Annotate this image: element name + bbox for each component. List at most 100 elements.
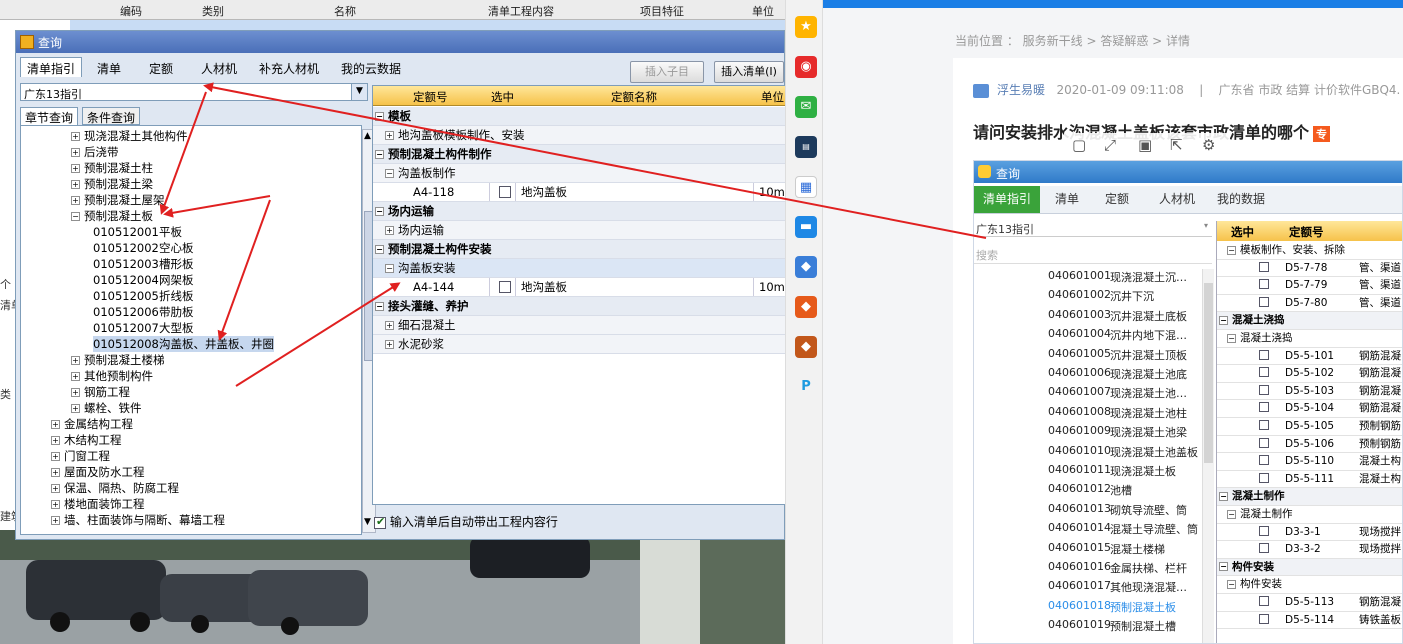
star-icon[interactable]: ★ (795, 16, 817, 38)
quota-row[interactable]: A4-118 地沟盖板 10m3 (373, 183, 785, 202)
auto-content-checkbox[interactable]: ✔ (374, 515, 386, 529)
quota-group-row[interactable]: − 预制混凝土构件安装 (373, 240, 785, 259)
tree-node[interactable]: + 其他预制构件 (71, 368, 153, 384)
tree-leaf-item[interactable]: 010512001平板 (93, 224, 182, 240)
tree-leaf-item[interactable]: 010512008沟盖板、井盖板、井圈 (93, 336, 274, 352)
tree-node[interactable]: + 门窗工程 (51, 448, 110, 464)
tree-node[interactable]: + 螺栓、铁件 (71, 400, 142, 416)
chevron-down-icon[interactable]: ▼ (351, 84, 367, 100)
expand-icon[interactable]: + (385, 131, 394, 140)
expand-icon[interactable]: + (51, 484, 60, 493)
quota-subgroup-row[interactable]: − 沟盖板安装 (373, 259, 785, 278)
select-checkbox[interactable] (499, 186, 511, 198)
tree-leaf-item[interactable]: 010512006带肋板 (93, 304, 194, 320)
dialog-titlebar[interactable]: 查询 (16, 31, 784, 53)
tree-node[interactable]: + 屋面及防水工程 (51, 464, 145, 480)
subtab-condition[interactable]: 条件查询 (82, 107, 141, 125)
collapse-icon[interactable]: − (385, 264, 394, 273)
expand-icon[interactable]: + (71, 196, 80, 205)
quota-group-row[interactable]: − 模板 (373, 107, 785, 126)
tree-node[interactable]: + 楼地面装饰工程 (51, 496, 145, 512)
author-link[interactable]: 浮生易暖 (997, 83, 1045, 97)
quota-subgroup-row[interactable]: + 地沟盖板模板制作、安装 (373, 126, 785, 145)
breadcrumb[interactable]: 当前位置 ： 服务新干线 > 答疑解惑 > 详情 (955, 32, 1190, 49)
tab-quota[interactable]: 定额 (142, 57, 180, 77)
doc-icon[interactable]: ▦ (795, 176, 817, 198)
tree-node[interactable]: + 木结构工程 (51, 432, 122, 448)
expand-icon[interactable]: + (51, 516, 60, 525)
tab-material[interactable]: 人材机 (194, 57, 244, 77)
tab-extra-material[interactable]: 补充人材机 (252, 57, 326, 77)
tree-node[interactable]: + 预制混凝土柱 (71, 160, 153, 176)
quota-subgroup-row[interactable]: + 水泥砂浆 (373, 335, 785, 354)
tab-list-guide[interactable]: 清单指引 (20, 57, 83, 77)
copy-icon[interactable]: ▢ (1072, 136, 1086, 154)
quota-subgroup-row[interactable]: + 细石混凝土 (373, 316, 785, 335)
gear-icon[interactable]: ⚙ (1202, 136, 1215, 154)
game-icon-1[interactable]: ◆ (795, 256, 817, 278)
insert-child-button[interactable]: 插入子目 (630, 61, 704, 83)
scroll-up-icon[interactable]: ▲ (364, 131, 371, 141)
tree-node[interactable]: + 金属结构工程 (51, 416, 133, 432)
tree-leaf-item[interactable]: 010512005折线板 (93, 288, 194, 304)
collapse-icon[interactable]: − (385, 169, 394, 178)
collapse-icon[interactable]: − (375, 150, 384, 159)
subtab-chapter[interactable]: 章节查询 (20, 107, 79, 125)
collapse-icon[interactable]: − (375, 112, 384, 121)
expand-icon[interactable]: + (71, 372, 80, 381)
collapse-icon[interactable]: − (71, 212, 80, 221)
tree-leaf-item[interactable]: 010512003槽形板 (93, 256, 194, 272)
quota-subgroup-row[interactable]: − 沟盖板制作 (373, 164, 785, 183)
fullscreen-icon[interactable]: ⤢ (1104, 136, 1116, 154)
expand-icon[interactable]: + (71, 356, 80, 365)
tree-leaf-item[interactable]: 010512004网架板 (93, 272, 194, 288)
tab-list[interactable]: 清单 (90, 57, 128, 77)
tree-node[interactable]: + 保温、隔热、防腐工程 (51, 480, 179, 496)
expand-icon[interactable]: + (51, 436, 60, 445)
expand-icon[interactable]: + (51, 452, 60, 461)
tree-node[interactable]: + 钢筋工程 (71, 384, 130, 400)
tree-node[interactable]: + 墙、柱面装饰与隔断、幕墙工程 (51, 512, 225, 528)
expand-icon[interactable]: + (71, 148, 80, 157)
expand-icon[interactable]: + (71, 180, 80, 189)
expand-icon[interactable]: + (71, 404, 80, 413)
auto-content-checkbox-row[interactable]: ✔ 输入清单后自动带出工程内容行 (374, 513, 558, 530)
expand-icon[interactable]: + (71, 164, 80, 173)
avatar[interactable] (973, 83, 989, 98)
collapse-icon[interactable]: − (375, 302, 384, 311)
chat-icon[interactable]: ▬ (795, 216, 817, 238)
expand-icon[interactable]: + (51, 420, 60, 429)
tree-leaf-item[interactable]: 010512007大型板 (93, 320, 194, 336)
news-icon[interactable]: ▤ (795, 136, 817, 158)
tree-node[interactable]: + 后浇带 (71, 144, 119, 160)
expand-icon[interactable]: + (71, 132, 80, 141)
collapse-icon[interactable]: − (375, 207, 384, 216)
tree-node[interactable]: − 预制混凝土板 (71, 208, 153, 224)
share-icon[interactable]: ⇱ (1170, 136, 1183, 154)
quota-subgroup-row[interactable]: + 场内运输 (373, 221, 785, 240)
game-icon-2[interactable]: ◆ (795, 296, 817, 318)
expand-icon[interactable]: + (71, 388, 80, 397)
quota-group-row[interactable]: − 场内运输 (373, 202, 785, 221)
tree-node[interactable]: + 现浇混凝土其他构件 (71, 128, 188, 144)
weibo-icon[interactable]: ◉ (795, 56, 817, 78)
mail-icon[interactable]: ✉ (795, 96, 817, 118)
quota-group-row[interactable]: − 接头灌缝、养护 (373, 297, 785, 316)
collapse-icon[interactable]: − (375, 245, 384, 254)
tree-leaf-item[interactable]: 010512002空心板 (93, 240, 194, 256)
expand-icon[interactable]: + (385, 226, 394, 235)
tree-node[interactable]: + 预制混凝土梁 (71, 176, 153, 192)
quota-group-row[interactable]: − 预制混凝土构件制作 (373, 145, 785, 164)
select-checkbox[interactable] (499, 281, 511, 293)
tree-node[interactable]: + 预制混凝土屋架 (71, 192, 165, 208)
expand-icon[interactable]: + (385, 340, 394, 349)
expand-icon[interactable]: + (51, 500, 60, 509)
p-icon[interactable]: P (795, 376, 817, 398)
game-icon-3[interactable]: ◆ (795, 336, 817, 358)
region-select[interactable]: 广东13指引 ▼ (20, 83, 368, 101)
tree-node[interactable]: + 预制混凝土楼梯 (71, 352, 165, 368)
quota-row[interactable]: A4-144 地沟盖板 10m3 (373, 278, 785, 297)
insert-list-button[interactable]: 插入清单(I) (714, 61, 784, 83)
tab-cloud-data[interactable]: 我的云数据 (334, 57, 408, 77)
expand-icon[interactable]: + (385, 321, 394, 330)
